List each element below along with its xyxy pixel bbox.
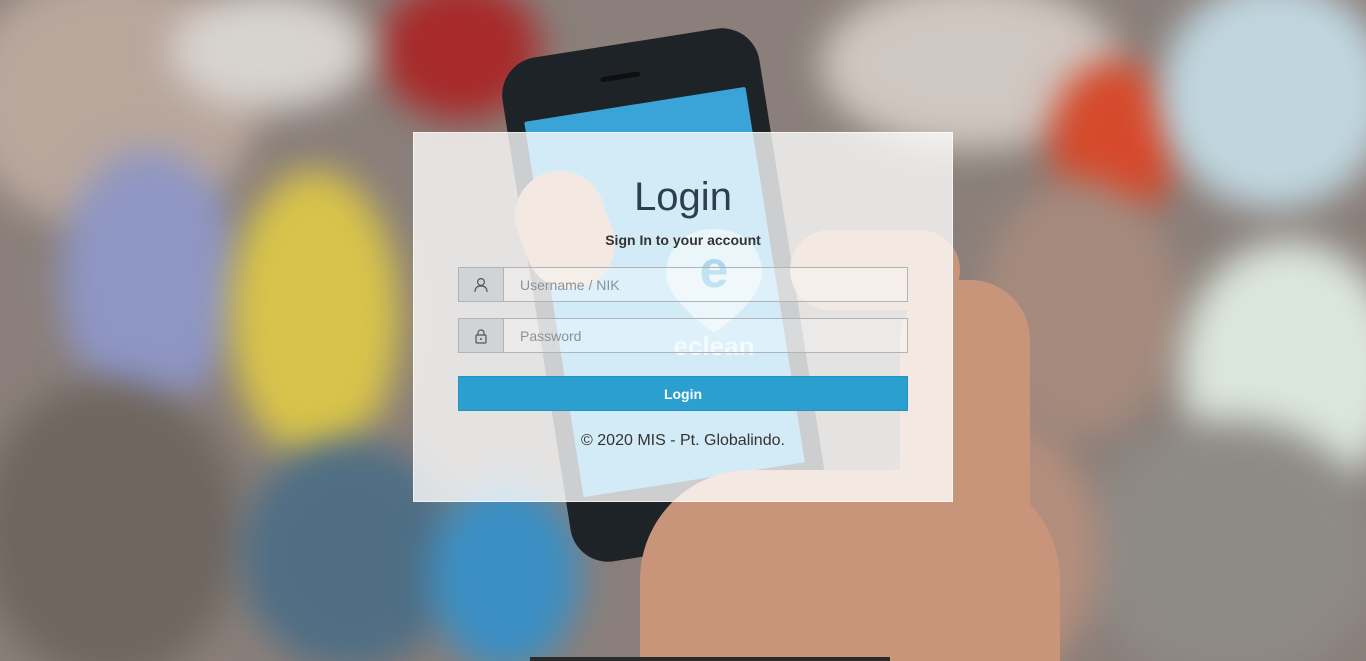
phone-speaker [600, 71, 641, 83]
login-subtitle: Sign In to your account [605, 232, 761, 248]
bottom-bar [530, 657, 890, 661]
user-icon [458, 267, 504, 302]
copyright-text: © 2020 MIS - Pt. Globalindo. [581, 432, 785, 449]
login-title: Login [634, 175, 732, 219]
login-card: e eclean Login Sign In to your account L… [413, 132, 953, 502]
username-input[interactable] [504, 267, 908, 302]
password-group [458, 318, 908, 353]
password-input[interactable] [504, 318, 908, 353]
lock-icon [458, 318, 504, 353]
login-button[interactable]: Login [458, 376, 908, 411]
username-group [458, 267, 908, 302]
